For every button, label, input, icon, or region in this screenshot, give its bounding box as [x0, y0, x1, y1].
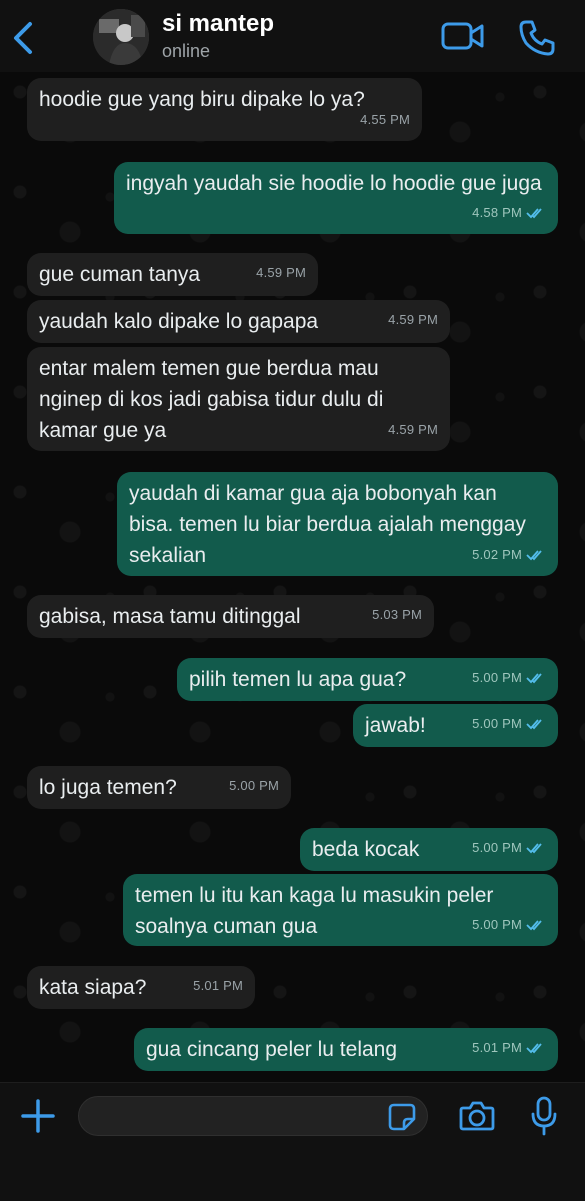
plus-icon: [21, 1099, 55, 1133]
message-meta: 5.00 PM: [472, 708, 546, 739]
message-meta: 5.01 PM: [193, 970, 243, 1001]
message-time: 4.59 PM: [388, 312, 438, 327]
message-meta: 4.59 PM: [256, 257, 306, 288]
message-meta: 4.58 PM: [472, 197, 546, 228]
message-meta: 5.00 PM: [472, 832, 546, 863]
message-text: gabisa, masa tamu ditinggal: [39, 605, 301, 628]
read-receipt-icon: [526, 1042, 542, 1053]
message-time: 5.01 PM: [472, 1040, 522, 1055]
video-call-button[interactable]: [441, 20, 485, 52]
message-bubble-incoming[interactable]: gabisa, masa tamu ditinggal 5.03 PM: [27, 595, 434, 638]
message-time: 5.02 PM: [472, 547, 522, 562]
message-bubble-outgoing[interactable]: beda kocak 5.00 PM: [300, 828, 558, 871]
read-receipt-icon: [526, 842, 542, 853]
chevron-left-icon: [14, 22, 32, 54]
message-text: yaudah kalo dipake lo gapapa: [39, 310, 319, 333]
camera-button[interactable]: [459, 1100, 495, 1132]
message-bubble-outgoing[interactable]: gua cincang peler lu telang 5.01 PM: [134, 1028, 558, 1071]
message-bubble-outgoing[interactable]: yaudah di kamar gua aja bobonyah kan bis…: [117, 472, 558, 576]
message-bubble-outgoing[interactable]: pilih temen lu apa gua? 5.00 PM: [177, 658, 558, 701]
sticker-icon: [388, 1103, 416, 1131]
read-receipt-icon: [526, 207, 542, 218]
contact-status: online: [162, 41, 211, 61]
message-bubble-outgoing[interactable]: temen lu itu kan kaga lu masukin peler s…: [123, 874, 558, 946]
message-time: 5.00 PM: [229, 778, 279, 793]
message-time: 4.59 PM: [256, 265, 306, 280]
contact-name[interactable]: si mantep: [162, 10, 274, 38]
message-input[interactable]: [78, 1096, 428, 1136]
read-receipt-icon: [526, 549, 542, 560]
message-meta: 5.00 PM: [229, 770, 279, 801]
message-time: 5.03 PM: [372, 607, 422, 622]
message-bubble-incoming[interactable]: lo juga temen? 5.00 PM: [27, 766, 291, 809]
message-time: 5.01 PM: [193, 978, 243, 993]
chat-header: si mantep online: [0, 0, 585, 73]
message-bubble-incoming[interactable]: yaudah kalo dipake lo gapapa 4.59 PM: [27, 300, 450, 343]
chat-area[interactable]: hoodie gue yang biru dipake lo ya? 4.55 …: [0, 72, 585, 1082]
message-time: 4.58 PM: [472, 205, 522, 220]
message-bubble-incoming[interactable]: gue cuman tanya 4.59 PM: [27, 253, 318, 296]
message-time: 5.00 PM: [472, 670, 522, 685]
video-camera-icon: [441, 22, 484, 50]
phone-icon: [519, 20, 555, 56]
message-text: ingyah yaudah sie hoodie lo hoodie gue j…: [126, 172, 542, 195]
message-bubble-incoming[interactable]: entar malem temen gue berdua mau nginep …: [27, 347, 450, 451]
message-time: 4.55 PM: [360, 112, 410, 127]
message-meta: 5.02 PM: [472, 539, 546, 570]
message-time: 5.00 PM: [472, 917, 522, 932]
message-bubble-outgoing[interactable]: jawab! 5.00 PM: [353, 704, 558, 747]
message-meta: 4.59 PM: [388, 414, 438, 445]
message-bubble-outgoing[interactable]: ingyah yaudah sie hoodie lo hoodie gue j…: [114, 162, 558, 234]
message-text: entar malem temen gue berdua mau nginep …: [39, 357, 390, 442]
microphone-button[interactable]: [530, 1096, 558, 1136]
message-meta: 5.00 PM: [472, 662, 546, 693]
message-time: 5.00 PM: [472, 716, 522, 731]
message-meta: 5.03 PM: [372, 599, 422, 630]
camera-icon: [459, 1101, 495, 1131]
voice-call-button[interactable]: [517, 18, 557, 58]
read-receipt-icon: [526, 718, 542, 729]
message-meta: 4.59 PM: [388, 304, 438, 335]
message-text: hoodie gue yang biru dipake lo ya?: [39, 88, 365, 111]
read-receipt-icon: [526, 919, 542, 930]
message-time: 5.00 PM: [472, 840, 522, 855]
attach-button[interactable]: [20, 1098, 56, 1134]
contact-avatar[interactable]: [93, 9, 149, 65]
message-meta: 5.01 PM: [472, 1032, 546, 1063]
message-meta: 4.55 PM: [360, 104, 410, 135]
message-bubble-incoming[interactable]: kata siapa? 5.01 PM: [27, 966, 255, 1009]
avatar-image: [93, 9, 149, 65]
message-bubble-incoming[interactable]: hoodie gue yang biru dipake lo ya? 4.55 …: [27, 78, 422, 141]
sticker-button[interactable]: [388, 1103, 416, 1131]
back-button[interactable]: [8, 18, 42, 58]
message-meta: 5.00 PM: [472, 909, 546, 940]
message-time: 4.59 PM: [388, 422, 438, 437]
microphone-icon: [531, 1096, 557, 1136]
read-receipt-icon: [526, 672, 542, 683]
